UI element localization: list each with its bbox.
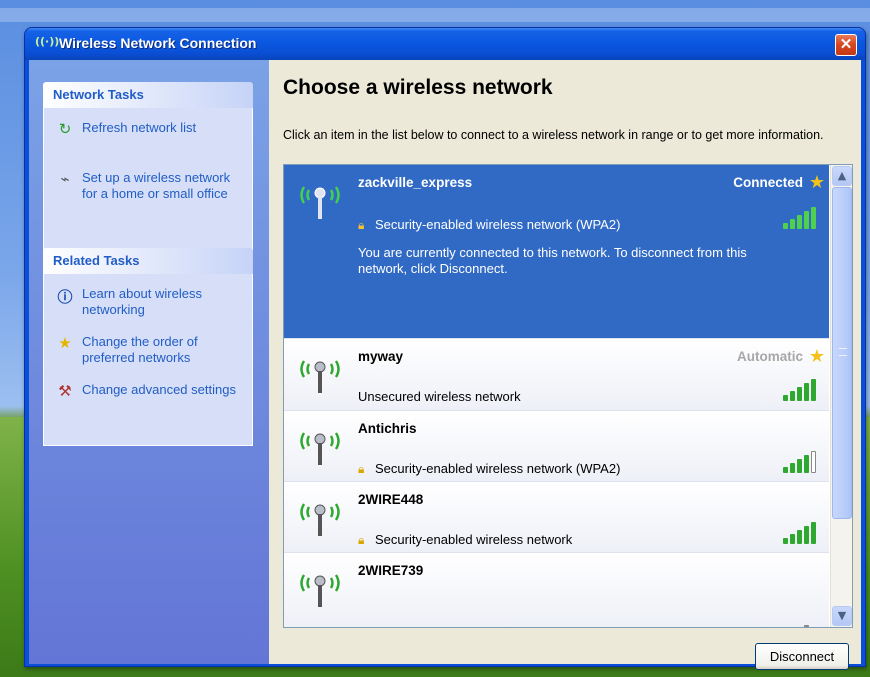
network-item[interactable]: Antichris 🔒︎ Security-enabled wireless ne… — [284, 410, 829, 481]
lock-icon: 🔒︎ — [358, 218, 365, 232]
lock-icon: 🔒︎ — [358, 533, 365, 547]
network-status: Connected — [733, 175, 803, 190]
wireless-network-window: ((·)) Wireless Network Connection ✕ Netw… — [24, 27, 866, 670]
refresh-icon: ↻ — [58, 120, 72, 138]
task-pane: Network Tasks ↻ Refresh network list ⌁ S… — [29, 60, 269, 664]
security-label: Security-enabled wireless network — [375, 532, 573, 547]
signal-strength-icon — [783, 609, 821, 627]
page-title: Choose a wireless network — [283, 76, 553, 99]
network-security: Unsecured wireless network — [358, 389, 521, 404]
wireless-icon: ((·)) — [35, 35, 60, 48]
wireless-antenna-icon — [300, 360, 340, 393]
network-name: zackville_express — [358, 175, 473, 190]
signal-strength-icon — [783, 449, 821, 473]
wireless-setup-icon: ⌁ — [60, 170, 70, 188]
signal-strength-icon — [783, 377, 821, 401]
settings-icon: ⚒ — [58, 382, 72, 400]
task-label: Refresh network list — [82, 120, 197, 135]
network-item[interactable]: 2WIRE448 🔒︎ Security-enabled wireless net… — [284, 481, 829, 552]
network-item[interactable]: 2WIRE739 — [284, 552, 829, 627]
task-label: Set up a wireless network for a home or … — [82, 170, 231, 201]
task-refresh-network-list[interactable]: ↻ Refresh network list — [44, 116, 252, 148]
security-label: Unsecured wireless network — [358, 389, 521, 404]
related-tasks-box: Related Tasks ⓘ Learn about wireless net… — [43, 248, 253, 446]
network-security: 🔒︎ Security-enabled wireless network (WPA… — [358, 461, 620, 477]
signal-strength-icon — [783, 205, 821, 229]
network-name: 2WIRE448 — [358, 492, 424, 507]
task-setup-wireless-network[interactable]: ⌁ Set up a wireless network for a home o… — [44, 166, 252, 210]
intro-text: Click an item in the list below to conne… — [283, 128, 824, 142]
desktop-background — [0, 8, 870, 22]
related-tasks-header[interactable]: Related Tasks — [43, 248, 253, 274]
info-icon: ⓘ — [57, 288, 73, 306]
star-icon: ★ — [808, 346, 825, 367]
task-label: Change advanced settings — [82, 382, 236, 397]
signal-strength-icon — [783, 520, 821, 544]
network-item[interactable]: zackville_express Connected ★ 🔒︎ Security… — [284, 165, 829, 338]
network-description: You are currently connected to this netw… — [358, 245, 747, 276]
wireless-antenna-icon — [300, 186, 340, 219]
scroll-thumb[interactable] — [832, 187, 852, 519]
security-label: Security-enabled wireless network (WPA2) — [375, 461, 621, 476]
scroll-up-button[interactable]: ▲ — [832, 166, 852, 186]
task-label: Learn about wireless networking — [82, 286, 202, 317]
wireless-antenna-icon — [300, 432, 340, 465]
task-label: Change the order of preferred networks — [82, 334, 198, 365]
wireless-antenna-icon — [300, 503, 340, 536]
network-list-scrollbar[interactable]: ▲ ▼ — [830, 165, 852, 627]
network-tasks-box: Network Tasks ↻ Refresh network list ⌁ S… — [43, 82, 253, 254]
network-status: Automatic — [736, 349, 803, 364]
network-security: 🔒︎ Security-enabled wireless network — [358, 532, 572, 548]
window-client: Network Tasks ↻ Refresh network list ⌁ S… — [29, 60, 861, 670]
lock-icon: 🔒︎ — [358, 462, 365, 476]
window-title: Wireless Network Connection — [59, 35, 257, 51]
task-learn-wireless[interactable]: ⓘ Learn about wireless networking — [44, 282, 252, 326]
task-change-advanced[interactable]: ⚒ Change advanced settings — [44, 378, 252, 410]
network-tasks-header[interactable]: Network Tasks — [43, 82, 253, 108]
network-name: Antichris — [358, 421, 417, 436]
security-label: Security-enabled wireless network (WPA2) — [375, 217, 621, 232]
network-name: 2WIRE739 — [358, 563, 424, 578]
disconnect-button[interactable]: Disconnect — [755, 643, 849, 670]
wireless-antenna-icon — [300, 574, 340, 607]
network-list[interactable]: zackville_express Connected ★ 🔒︎ Security… — [283, 164, 853, 628]
star-icon: ★ — [808, 172, 825, 193]
task-change-order[interactable]: ★ Change the order of preferred networks — [44, 330, 252, 374]
network-item[interactable]: myway Automatic ★ Unsecured wireless net… — [284, 338, 829, 410]
close-button[interactable]: ✕ — [835, 34, 857, 56]
title-bar[interactable]: ((·)) Wireless Network Connection ✕ — [25, 28, 865, 60]
network-security: 🔒︎ Security-enabled wireless network (WPA… — [358, 217, 620, 233]
network-name: myway — [358, 349, 404, 364]
scroll-down-button[interactable]: ▼ — [832, 606, 852, 626]
star-icon: ★ — [58, 334, 72, 352]
